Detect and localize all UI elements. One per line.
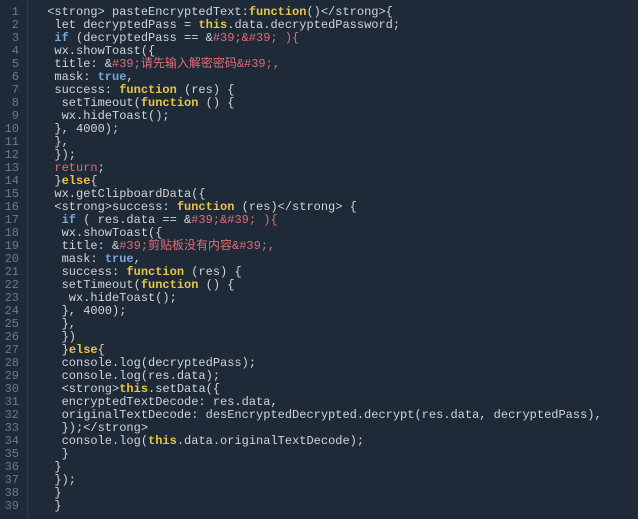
code-token: }); xyxy=(40,473,76,487)
code-token: #39;&#39; ){ xyxy=(213,31,299,45)
code-token: function xyxy=(177,200,235,214)
code-token: wx.showToast({ xyxy=(40,226,162,240)
code-line: }, xyxy=(40,136,634,149)
code-token: .setData({ xyxy=(148,382,220,396)
code-token: });</strong> xyxy=(40,421,148,435)
code-token: let decryptedPass = xyxy=(40,18,198,32)
code-line: } xyxy=(40,500,634,513)
code-token: ()</strong>{ xyxy=(306,5,392,19)
code-token: <strong> pasteEncryptedText: xyxy=(40,5,249,19)
code-token: else xyxy=(62,174,91,188)
code-line: }, xyxy=(40,318,634,331)
code-line: }) xyxy=(40,331,634,344)
code-token: }); xyxy=(40,148,76,162)
code-token: #39;&#39; ){ xyxy=(191,213,277,227)
code-token: } xyxy=(40,174,62,188)
code-token: } xyxy=(40,486,62,500)
code-line: }, 4000); xyxy=(40,305,634,318)
code-token: } xyxy=(40,499,62,513)
code-token xyxy=(40,161,54,175)
code-token: , xyxy=(126,70,133,84)
code-line: }); xyxy=(40,474,634,487)
code-line: }, 4000); xyxy=(40,123,634,136)
code-token: } xyxy=(40,343,69,357)
code-token: this xyxy=(148,434,177,448)
code-token: function xyxy=(141,96,199,110)
code-token: wx.hideToast(); xyxy=(40,291,177,305)
code-token: function xyxy=(119,83,177,97)
code-token: return xyxy=(54,161,97,175)
code-token: this xyxy=(119,382,148,396)
code-line: }); xyxy=(40,149,634,162)
code-line: return; xyxy=(40,162,634,175)
code-token: wx.getClipboardData({ xyxy=(40,187,206,201)
code-token: .data.decryptedPassword; xyxy=(227,18,400,32)
code-token: else xyxy=(69,343,98,357)
code-token: () { xyxy=(198,278,234,292)
code-token: ; xyxy=(98,161,105,175)
code-token: { xyxy=(90,174,97,188)
code-token: encryptedTextDecode: res.data, xyxy=(40,395,278,409)
code-token: if xyxy=(54,31,68,45)
code-line: wx.hideToast(); xyxy=(40,110,634,123)
code-token: () { xyxy=(198,96,234,110)
code-token: title: & xyxy=(40,57,112,71)
code-token: success: xyxy=(40,265,126,279)
code-token: true xyxy=(105,252,134,266)
code-token: (res) { xyxy=(184,265,242,279)
code-token: console.log(res.data); xyxy=(40,369,220,383)
code-token: <strong> xyxy=(40,382,119,396)
code-token: }, xyxy=(40,135,69,149)
code-token: } xyxy=(40,447,69,461)
code-token: console.log(decryptedPass); xyxy=(40,356,256,370)
line-number: 39 xyxy=(4,500,19,513)
code-token: }, 4000); xyxy=(40,122,119,136)
code-token: function xyxy=(126,265,184,279)
code-token: ( res.data == & xyxy=(76,213,191,227)
code-token: function xyxy=(141,278,199,292)
code-token: mask: xyxy=(40,252,105,266)
code-token: { xyxy=(98,343,105,357)
code-token: console.log( xyxy=(40,434,148,448)
code-line: } xyxy=(40,448,634,461)
code-token: title: & xyxy=(40,239,119,253)
code-token: originalTextDecode: desEncryptedDecrypte… xyxy=(40,408,602,422)
code-token: setTimeout( xyxy=(40,278,141,292)
code-token: }) xyxy=(40,330,76,344)
code-token: <strong>success: xyxy=(40,200,177,214)
code-token: this xyxy=(198,18,227,32)
code-token: #39;剪贴板没有内容&#39;, xyxy=(119,239,275,253)
code-token: (decryptedPass == & xyxy=(69,31,213,45)
code-token: }, 4000); xyxy=(40,304,126,318)
code-content: <strong> pasteEncryptedText:function()</… xyxy=(28,0,638,519)
code-line: wx.hideToast(); xyxy=(40,292,634,305)
code-token xyxy=(40,31,54,45)
code-token: , xyxy=(134,252,141,266)
code-token: } xyxy=(40,460,62,474)
code-token: wx.hideToast(); xyxy=(40,109,170,123)
code-token: function xyxy=(249,5,307,19)
code-line: } xyxy=(40,487,634,500)
code-token: if xyxy=(62,213,76,227)
code-editor: 1234567891011121314151617181920212223242… xyxy=(0,0,638,519)
code-token: true xyxy=(98,70,127,84)
code-token: wx.showToast({ xyxy=(40,44,155,58)
code-token: (res)</strong> { xyxy=(234,200,356,214)
code-token: mask: xyxy=(40,70,98,84)
code-line: } xyxy=(40,461,634,474)
code-token: success: xyxy=(40,83,119,97)
code-line: console.log(this.data.originalTextDecode… xyxy=(40,435,634,448)
code-token: (res) { xyxy=(177,83,235,97)
code-token: #39;请先输入解密密码&#39;, xyxy=(112,57,280,71)
code-token: setTimeout( xyxy=(40,96,141,110)
code-token: .data.originalTextDecode); xyxy=(177,434,364,448)
code-token xyxy=(40,213,62,227)
code-token: }, xyxy=(40,317,76,331)
line-number-gutter: 1234567891011121314151617181920212223242… xyxy=(0,0,28,519)
